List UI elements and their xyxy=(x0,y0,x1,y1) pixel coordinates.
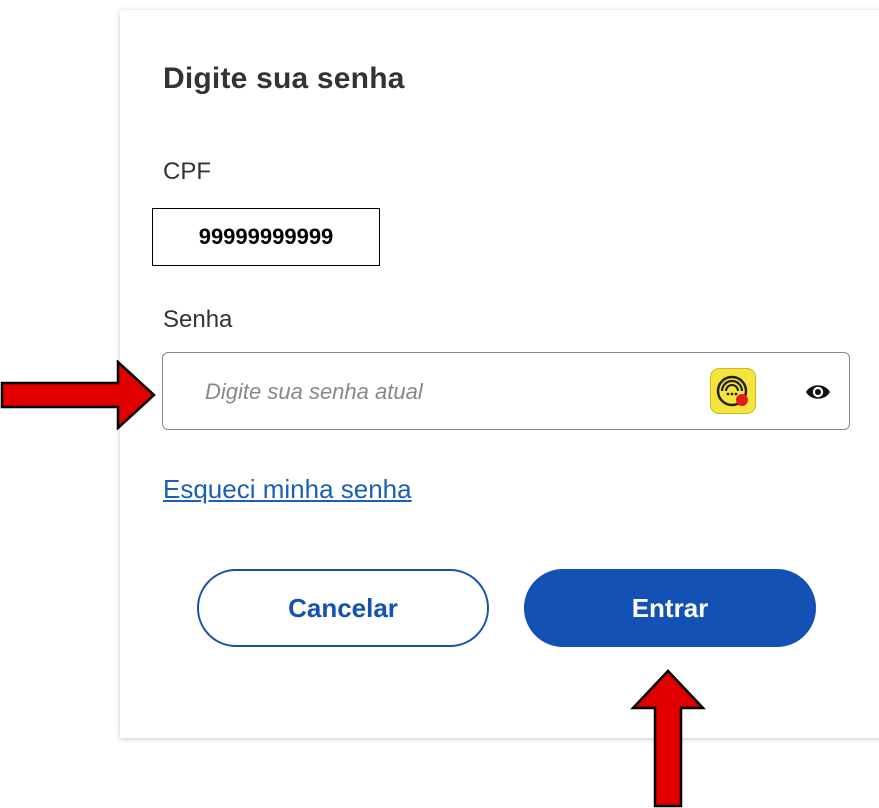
password-input[interactable] xyxy=(203,367,687,417)
eye-icon[interactable] xyxy=(804,378,832,406)
enter-button[interactable]: Entrar xyxy=(524,569,816,647)
red-arrow-up-annotation xyxy=(630,669,706,808)
forgot-password-link[interactable]: Esqueci minha senha xyxy=(163,474,412,505)
cpf-label: CPF xyxy=(163,158,211,185)
password-manager-extension-icon[interactable] xyxy=(710,368,756,414)
password-field-wrapper xyxy=(162,352,850,430)
page-title: Digite sua senha xyxy=(163,62,405,95)
eye-icon-graphic xyxy=(806,385,830,399)
password-label: Senha xyxy=(163,306,233,333)
cancel-button[interactable]: Cancelar xyxy=(197,569,489,647)
red-arrow-right-annotation xyxy=(0,360,156,430)
cpf-value: 99999999999 xyxy=(152,208,380,266)
extension-icon-graphic xyxy=(716,375,748,407)
